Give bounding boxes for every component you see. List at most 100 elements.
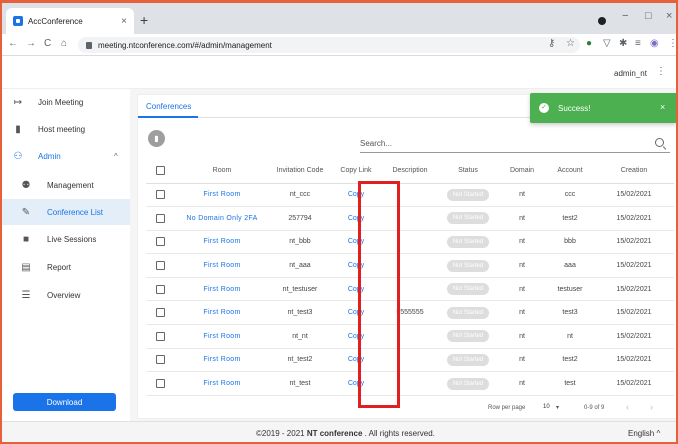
table-row[interactable]: First Room nt_testuser Copy Not Started nt te…	[146, 277, 674, 302]
maximize-icon[interactable]: □	[645, 10, 652, 22]
minimize-icon[interactable]: −	[622, 10, 628, 22]
dropdown-caret-icon[interactable]: ▾	[556, 404, 559, 411]
room-link[interactable]: First Room	[203, 380, 240, 387]
row-checkbox[interactable]	[155, 379, 165, 389]
profile-indicator-icon[interactable]	[598, 17, 606, 25]
column-header-room[interactable]: Room	[174, 159, 270, 184]
room-link[interactable]: First Room	[203, 309, 240, 316]
tab-conferences[interactable]: Conferences	[146, 102, 191, 111]
account-cell: test2	[546, 206, 594, 231]
domain-cell: nt	[498, 277, 546, 302]
table-row[interactable]: First Room nt_test3 Copy 5555555 Not Started…	[146, 300, 674, 326]
sidebar-item-management[interactable]: ⚉ Management	[0, 172, 130, 198]
star-icon[interactable]: ☆	[566, 38, 575, 49]
table-row[interactable]: First Room nt_test2 Copy Not Started nt test2…	[146, 348, 674, 373]
row-checkbox[interactable]	[155, 355, 165, 365]
reading-list-icon[interactable]: ≡	[635, 38, 641, 49]
reload-icon[interactable]: C	[44, 38, 51, 49]
room-link[interactable]: First Room	[203, 262, 240, 269]
delete-icon[interactable]: ▮	[148, 130, 165, 147]
next-page-icon[interactable]: ›	[650, 402, 653, 412]
key-icon[interactable]: ⚷	[548, 38, 555, 49]
table-row[interactable]: No Domain Only 2FA 257794 Copy Not Started n…	[146, 206, 674, 231]
rows-per-page-select[interactable]: 10	[543, 404, 550, 410]
column-header-creation[interactable]: Creation	[594, 159, 674, 184]
sidebar-item-host-meeting[interactable]: ▮ Host meeting	[0, 116, 130, 142]
extensions-puzzle-icon[interactable]: ✱	[619, 38, 627, 49]
forward-icon[interactable]: →	[26, 38, 36, 49]
sidebar-item-join-meeting[interactable]: ↦ Join Meeting	[0, 89, 130, 115]
row-checkbox[interactable]	[155, 261, 165, 271]
toast-close-icon[interactable]: ×	[660, 102, 665, 112]
row-checkbox[interactable]	[155, 331, 165, 341]
creation-date-cell: 15/02/2021	[594, 206, 674, 231]
checkbox-cell	[146, 183, 174, 208]
room-link[interactable]: First Room	[203, 333, 240, 340]
table-row[interactable]: First Room nt_test Copy Not Started nt test 15…	[146, 371, 674, 396]
status-badge: Not Started	[446, 235, 490, 248]
extension-shield-icon[interactable]: ▽	[603, 38, 611, 49]
account-cell: test2	[546, 348, 594, 373]
sidebar-item-report[interactable]: ▤ Report	[0, 254, 130, 280]
copyright-brand: NT conference	[306, 429, 363, 438]
window-close-icon[interactable]: ×	[666, 10, 672, 22]
sidebar-item-overview[interactable]: ☰ Overview	[0, 282, 130, 308]
account-cell: ccc	[546, 183, 594, 208]
browser-tab[interactable]: AccConference ×	[6, 8, 134, 34]
new-tab-icon[interactable]: +	[140, 12, 148, 28]
account: test2	[562, 214, 578, 222]
chevron-up-icon[interactable]: ^	[114, 152, 118, 161]
language-selector[interactable]: English ^	[628, 429, 660, 438]
search-input[interactable]: Search...	[360, 139, 392, 148]
address-bar[interactable]: meeting.ntconference.com/#/admin/managem…	[78, 37, 580, 53]
creation-date-cell: 15/02/2021	[594, 277, 674, 302]
table-row[interactable]: First Room nt_ccc Copy Not Started nt ccc 15/0…	[146, 183, 674, 208]
room-link[interactable]: No Domain Only 2FA	[186, 215, 257, 222]
sidebar-item-conference-list[interactable]: ✎ Conference List	[0, 199, 130, 225]
footer: ©2019 - 2021 NT conference . All rights …	[0, 421, 678, 444]
table-row[interactable]: First Room nt_aaa Copy Not Started nt aaa 15/0…	[146, 253, 674, 278]
column-header-invitation-code[interactable]: Invitation Code	[270, 159, 330, 184]
tab-close-icon[interactable]: ×	[121, 16, 127, 27]
home-icon[interactable]: ⌂	[61, 38, 67, 49]
account-cell: bbb	[546, 230, 594, 255]
column-header-description[interactable]: Description	[382, 159, 438, 184]
room-link[interactable]: First Room	[203, 286, 240, 293]
profile-avatar-icon[interactable]: ◉	[650, 38, 659, 49]
room-link[interactable]: First Room	[203, 356, 240, 363]
download-button[interactable]: Download	[13, 393, 116, 411]
extension-green-icon[interactable]: ●	[586, 38, 592, 49]
search-icon[interactable]	[655, 138, 664, 147]
row-checkbox[interactable]	[155, 190, 165, 200]
column-header-copy-link[interactable]: Copy Link	[330, 159, 382, 184]
table-row[interactable]: First Room nt_nt Copy Not Started nt nt 15/02/…	[146, 324, 674, 349]
creation-date: 15/02/2021	[616, 356, 652, 364]
prev-page-icon[interactable]: ‹	[626, 402, 629, 412]
sidebar-item-label: Admin	[38, 151, 61, 161]
domain: nt	[519, 309, 525, 317]
row-checkbox[interactable]	[155, 237, 165, 247]
invitation-code: nt_test2	[287, 356, 313, 364]
row-checkbox[interactable]	[155, 213, 165, 223]
sidebar-item-admin[interactable]: ⚇ Admin ^	[0, 143, 130, 169]
creation-date: 15/02/2021	[616, 380, 652, 388]
domain-cell: nt	[498, 206, 546, 231]
current-user[interactable]: admin_nt	[614, 69, 647, 78]
status-badge: Not Started	[446, 283, 490, 296]
more-menu-icon[interactable]: ⋮	[656, 66, 666, 77]
row-checkbox[interactable]	[155, 284, 165, 294]
sidebar-item-live-sessions[interactable]: ■ Live Sessions	[0, 226, 130, 252]
select-all-checkbox[interactable]	[155, 166, 165, 176]
browser-menu-icon[interactable]: ⋮	[668, 38, 678, 49]
invitation-code: nt_testuser	[282, 285, 318, 293]
row-checkbox[interactable]	[155, 308, 165, 318]
table-row[interactable]: First Room nt_bbb Copy Not Started nt bbb 15/0…	[146, 230, 674, 255]
room-link[interactable]: First Room	[203, 191, 240, 198]
column-header-status[interactable]: Status	[438, 159, 498, 184]
back-icon[interactable]: ←	[8, 38, 18, 49]
invitation-code: nt_aaa	[289, 262, 311, 270]
column-header-domain[interactable]: Domain	[498, 159, 546, 184]
sidebar-item-label: Conference List	[47, 207, 104, 217]
column-header-account[interactable]: Account	[546, 159, 594, 184]
room-link[interactable]: First Room	[203, 238, 240, 245]
